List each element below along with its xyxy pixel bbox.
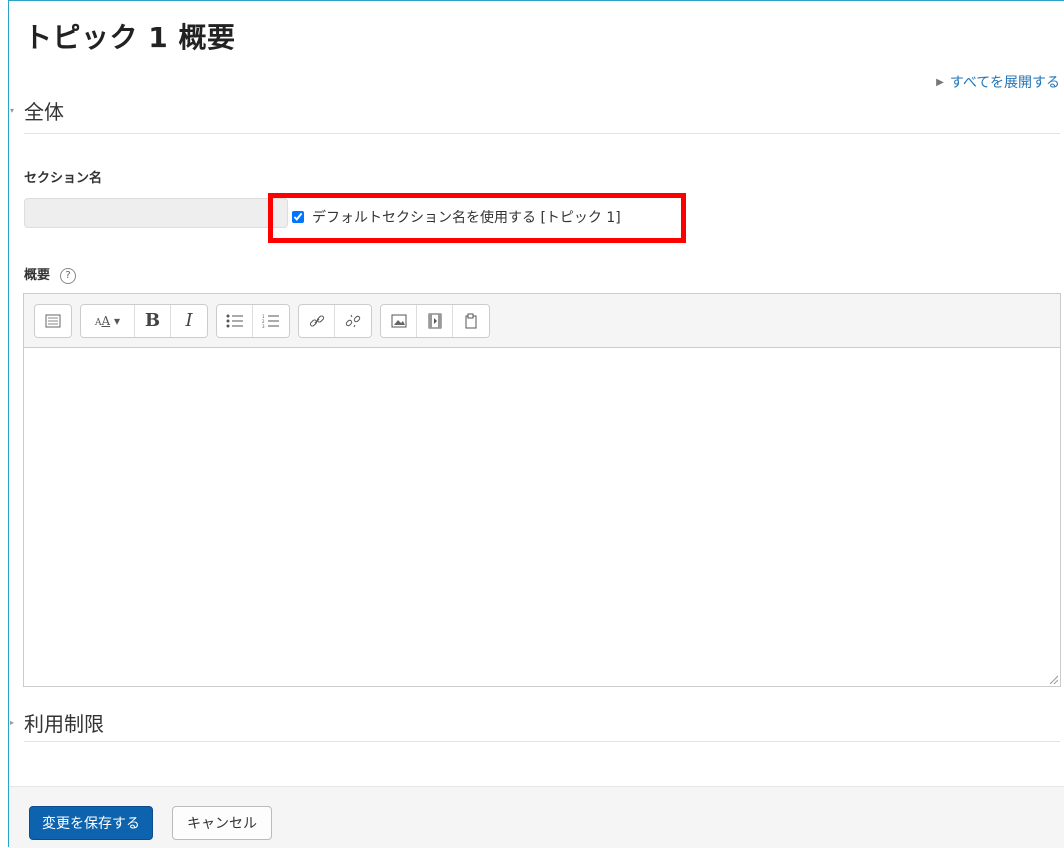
show-more-icon[interactable] <box>35 304 71 337</box>
resize-grip-icon[interactable] <box>1048 674 1058 684</box>
toolbar-group-more <box>34 303 72 338</box>
highlight-annotation-box <box>268 193 686 243</box>
summary-text-area[interactable] <box>24 348 1060 686</box>
collapse-caret-icon: ▾ <box>10 106 15 115</box>
unlink-icon[interactable] <box>335 304 371 337</box>
link-icon[interactable] <box>299 304 335 337</box>
save-button[interactable]: 変更を保存する <box>29 806 153 840</box>
page-title: トピック 1 概要 <box>24 21 236 54</box>
section-restrictions-header[interactable]: ▸ 利用制限 <box>10 708 104 737</box>
page-frame-top-border <box>8 0 1064 1</box>
editor-toolbar: AA ▾ B I 123 <box>24 294 1060 348</box>
section-restrictions-label: 利用制限 <box>24 712 104 736</box>
image-icon[interactable] <box>381 304 417 337</box>
svg-text:3: 3 <box>262 324 265 328</box>
expand-all-link[interactable]: ▶ すべてを展開する <box>936 72 1060 92</box>
toolbar-group-links <box>298 303 372 338</box>
toolbar-group-lists: 123 <box>216 303 290 338</box>
toolbar-group-media <box>380 303 490 338</box>
font-style-icon[interactable]: AA ▾ <box>81 304 135 337</box>
summary-editor: AA ▾ B I 123 <box>23 293 1061 687</box>
help-icon[interactable]: ? <box>60 267 77 284</box>
summary-label: 概要 <box>24 268 51 283</box>
expand-caret-icon: ▸ <box>10 718 15 727</box>
file-icon[interactable] <box>453 304 489 337</box>
section-name-input[interactable] <box>24 198 288 228</box>
section-general-label: 全体 <box>24 100 64 124</box>
italic-icon[interactable]: I <box>171 304 207 337</box>
ordered-list-icon[interactable]: 123 <box>253 304 289 337</box>
section-name-label: セクション名 <box>24 171 103 186</box>
cancel-button[interactable]: キャンセル <box>172 806 272 840</box>
unordered-list-icon[interactable] <box>217 304 253 337</box>
bold-icon[interactable]: B <box>135 304 171 337</box>
expand-triangle-icon: ▶ <box>936 76 944 88</box>
form-actions-bar <box>9 786 1064 848</box>
summary-label-row: 概要? <box>24 264 77 284</box>
page-frame-left-border <box>8 0 9 847</box>
toolbar-group-style: AA ▾ B I <box>80 303 208 338</box>
media-icon[interactable] <box>417 304 453 337</box>
section-divider <box>24 741 1060 742</box>
section-divider <box>24 133 1060 134</box>
expand-all-label: すべてを展開する <box>949 75 1060 91</box>
section-general-header[interactable]: ▾ 全体 <box>10 96 64 125</box>
